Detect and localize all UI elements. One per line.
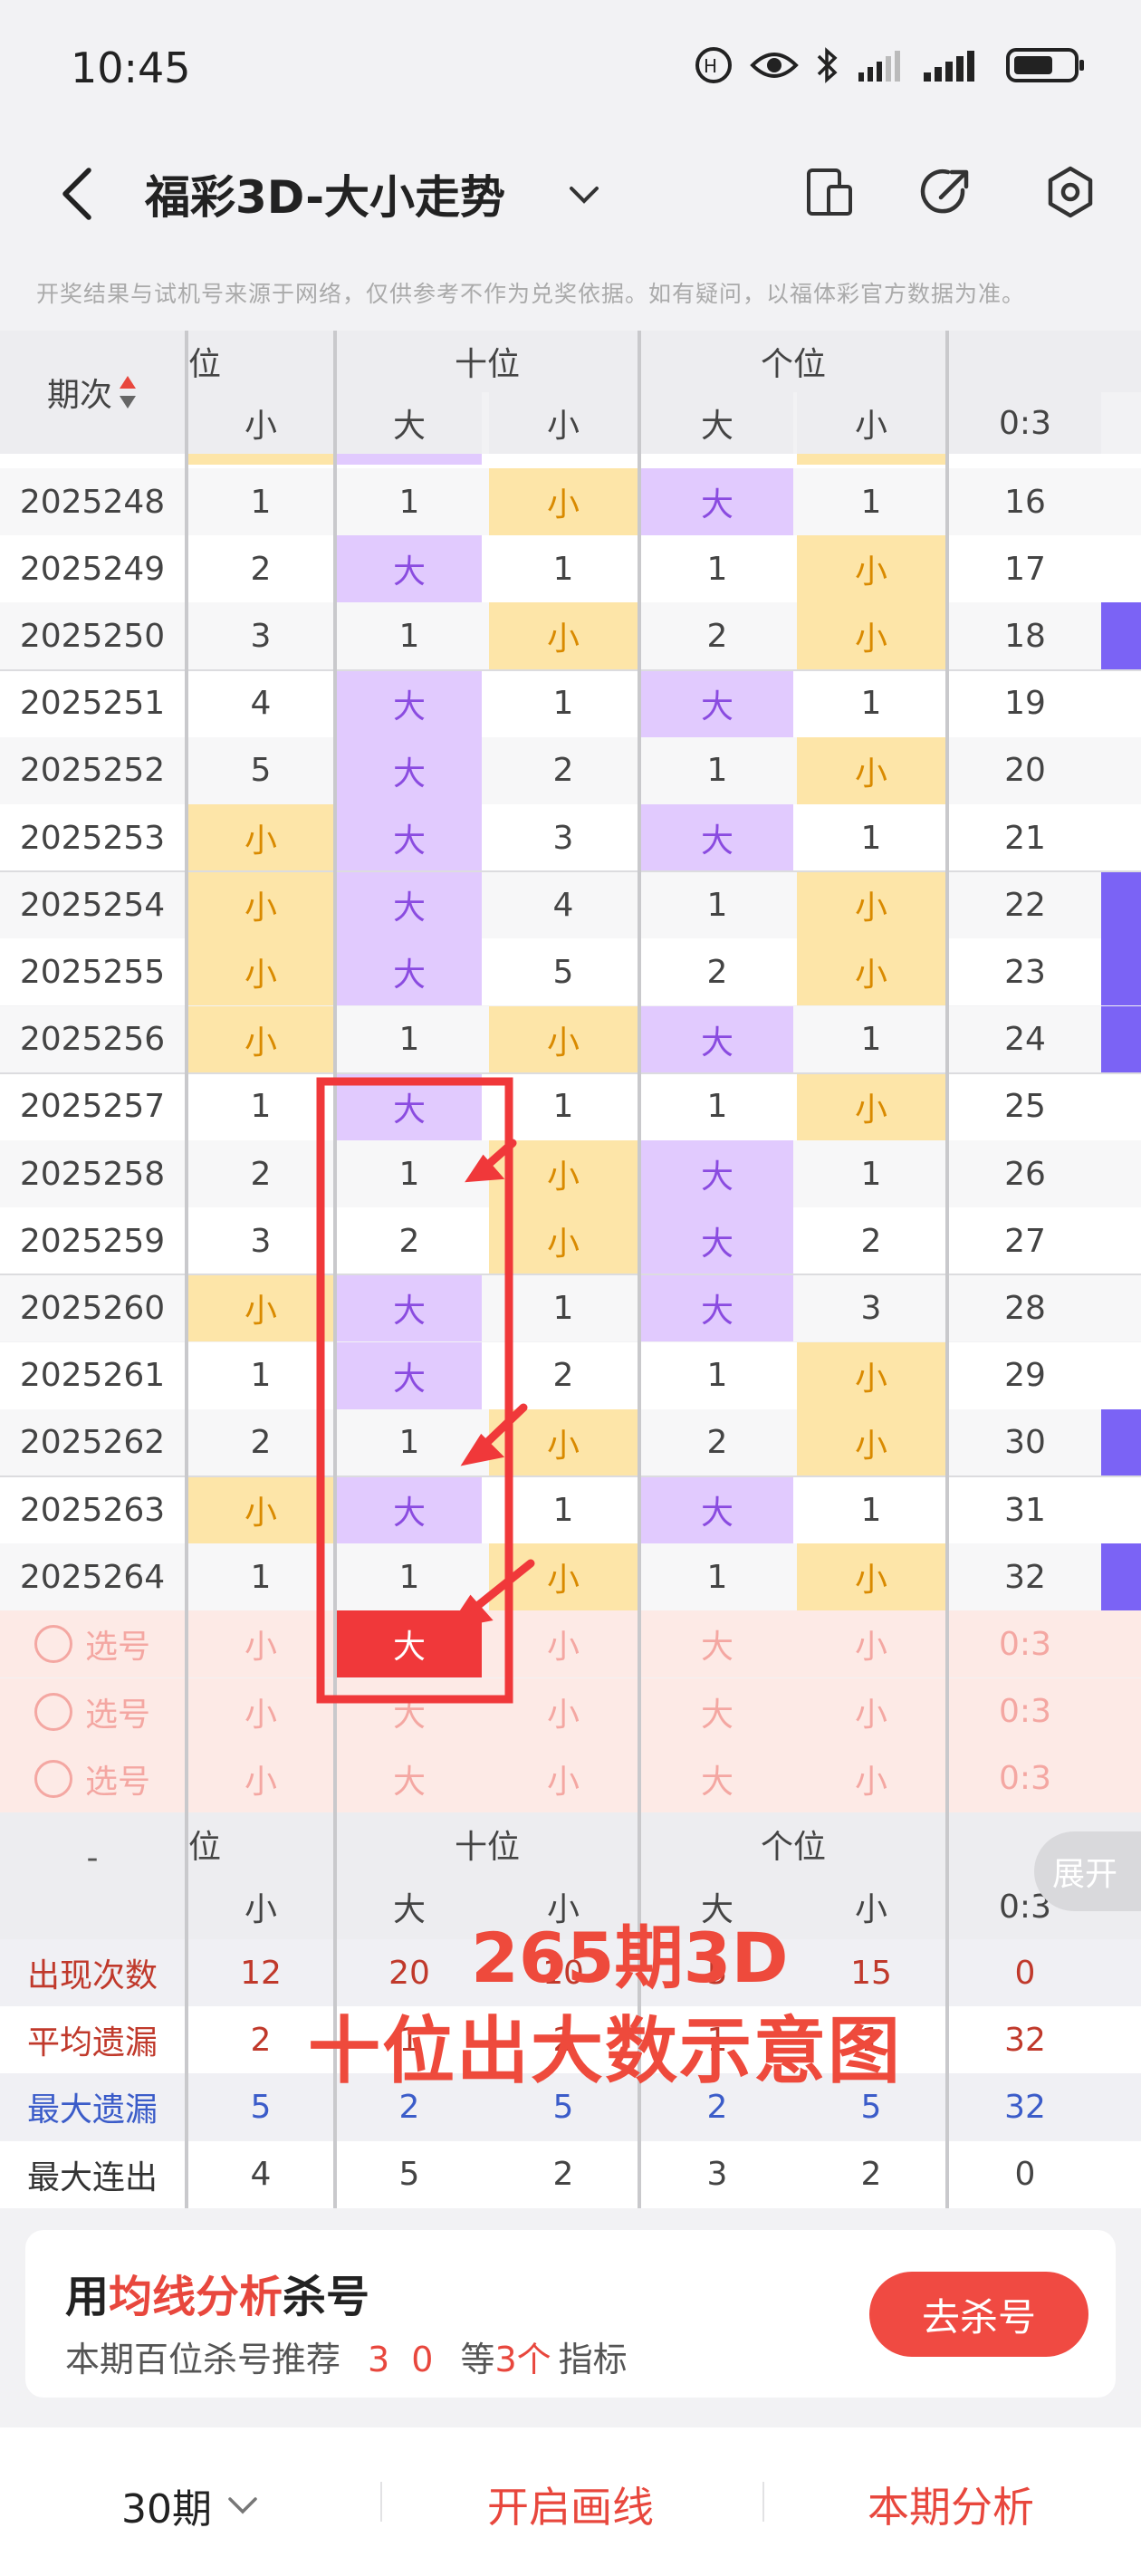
arrow-2-icon [460,1433,505,1466]
draw-lines-button[interactable]: 开启画线 [487,2475,654,2534]
chevron-down-icon [228,2497,257,2514]
card-subtitle: 本期百位杀号推荐 3 0 等3个 指标 [65,2331,628,2381]
card-sub-count: 3个 [494,2340,551,2379]
kill-number-card: 用均线分析杀号 本期百位杀号推荐 3 0 等3个 指标 去杀号 [25,2230,1116,2398]
arrow-marks [447,1139,535,1629]
card-title-prefix: 用 [65,2272,110,2322]
card-sub-suffix: 指标 [558,2340,628,2379]
bottom-bar: 30期 开启画线 本期分析 [0,2427,1141,2576]
divider [380,2482,382,2522]
current-analysis-button[interactable]: 本期分析 [868,2475,1034,2534]
annotation-overlay [316,1077,535,1704]
card-title-suffix: 杀号 [283,2272,370,2322]
card-title: 用均线分析杀号 [65,2261,369,2324]
divider [762,2482,764,2522]
period-selector-label: 30期 [121,2486,212,2533]
annotation-line1: 265期3D [471,1918,789,1998]
kill-number-button[interactable]: 去杀号 [869,2272,1088,2357]
card-title-highlight: 均线分析 [109,2272,283,2322]
annotation-line2: 十位出大数示意图 [308,2009,902,2093]
period-selector[interactable]: 30期 [121,2476,261,2534]
card-sub-numbers: 3 0 [368,2340,439,2379]
card-sub-mid: 等 [460,2340,495,2379]
card-sub-prefix: 本期百位杀号推荐 [65,2340,341,2379]
expand-button[interactable]: 展开 [1034,1831,1141,1911]
